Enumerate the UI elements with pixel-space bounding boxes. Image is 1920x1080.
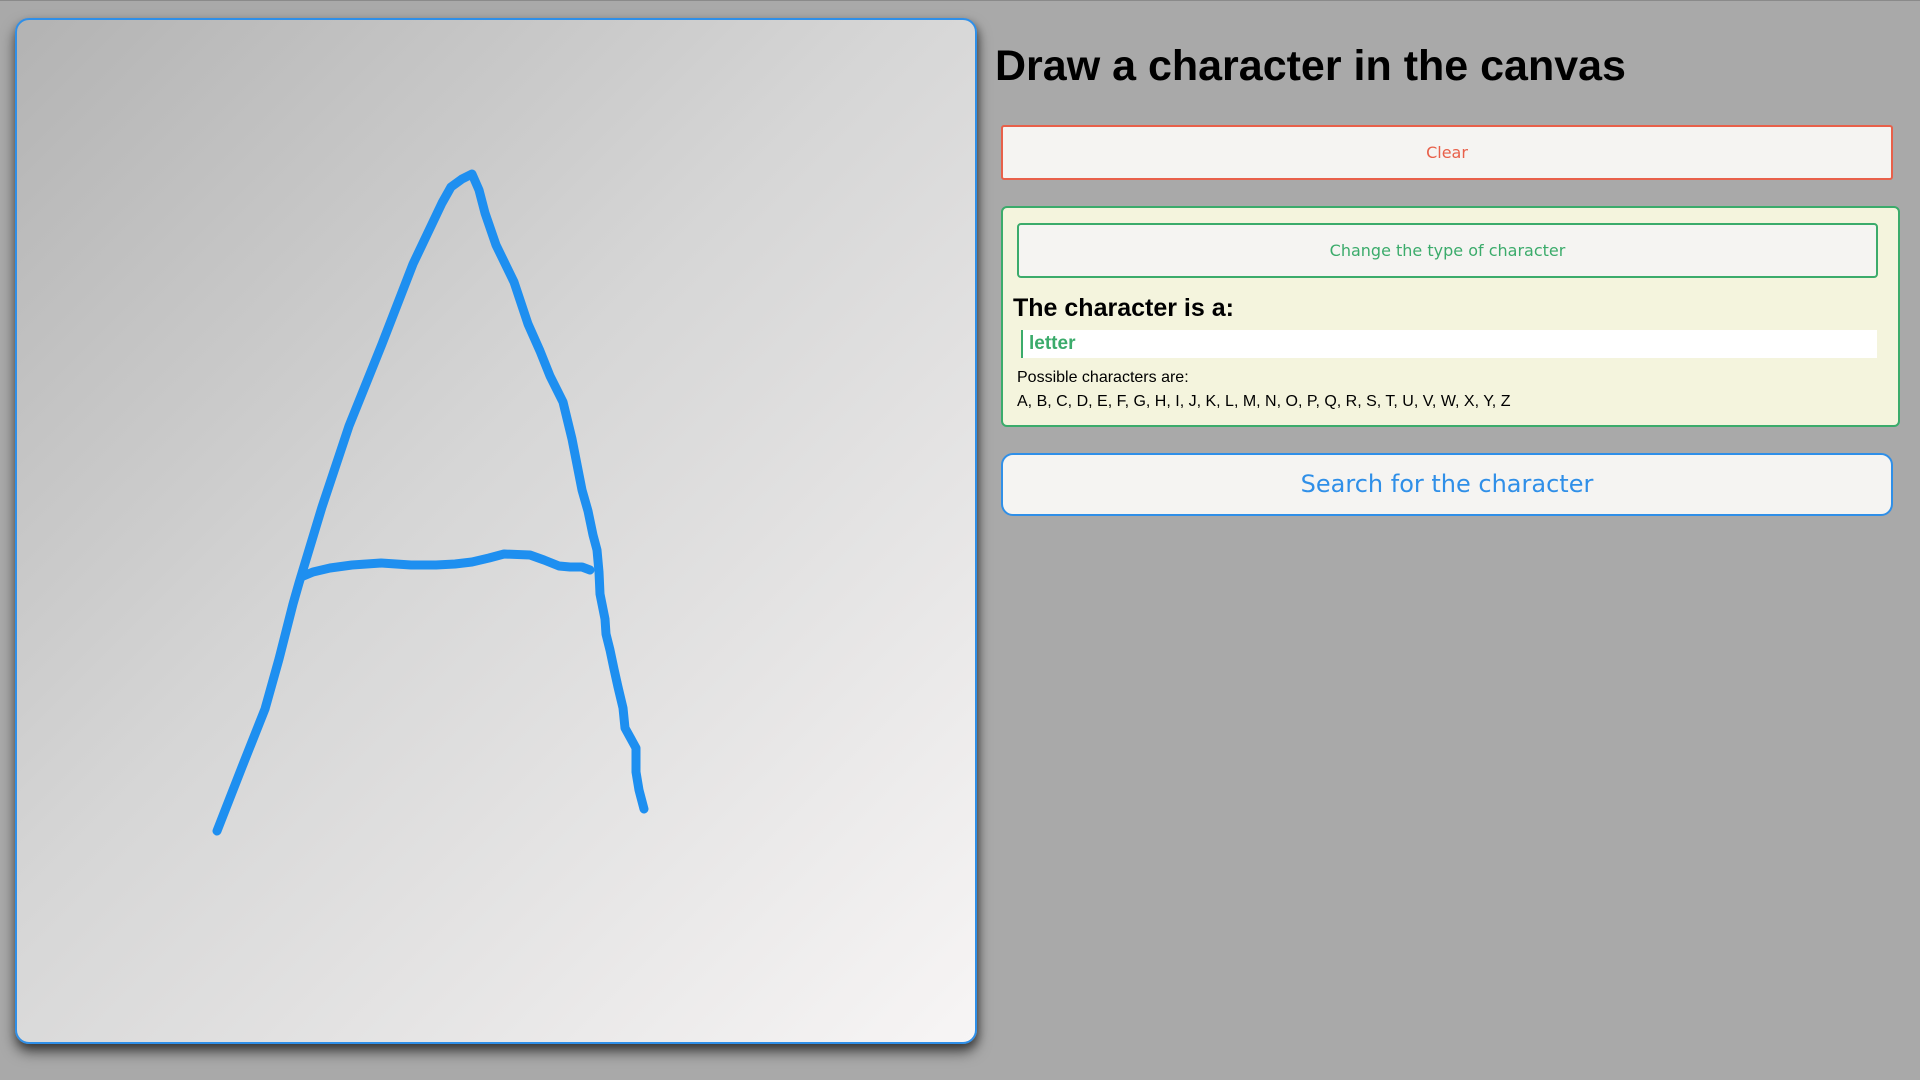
character-type-heading: The character is a: bbox=[1013, 294, 1234, 322]
page-title: Draw a character in the canvas bbox=[995, 42, 1626, 90]
drawing-canvas[interactable] bbox=[15, 18, 977, 1044]
clear-button[interactable]: Clear bbox=[1001, 125, 1893, 180]
character-type-field[interactable] bbox=[1021, 330, 1877, 358]
drawing-surface[interactable] bbox=[17, 20, 975, 1042]
drawn-stroke bbox=[212, 169, 649, 836]
change-type-button[interactable]: Change the type of character bbox=[1017, 223, 1878, 278]
character-type-box: Change the type of character The charact… bbox=[1001, 206, 1900, 427]
search-button[interactable]: Search for the character bbox=[1001, 453, 1893, 516]
app-page: Draw a character in the canvas Clear Cha… bbox=[0, 0, 1920, 1080]
possible-characters-label: Possible characters are: bbox=[1017, 369, 1189, 386]
possible-characters-list: A, B, C, D, E, F, G, H, I, J, K, L, M, N… bbox=[1017, 393, 1511, 410]
drawn-crossbar bbox=[296, 549, 595, 582]
